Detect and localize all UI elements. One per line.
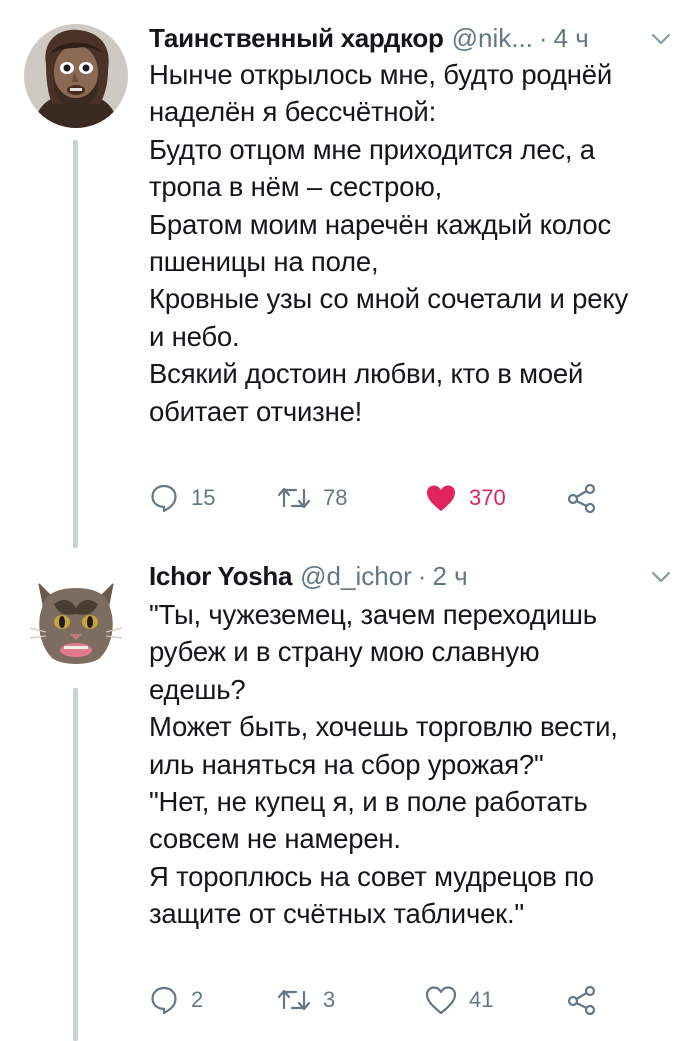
retweet-count: 3 [323,987,336,1012]
like-count: 41 [469,987,494,1012]
separator-dot: · [417,560,427,591]
tweet-line: совсем не намерен. [149,823,401,855]
chevron-down-icon[interactable] [648,26,674,52]
separator-dot: · [538,22,548,53]
reply-icon [151,986,177,1015]
retweet-count: 78 [323,485,348,510]
tweet-line: Кровные узы со мной сочетали и реку [149,283,629,315]
heart-icon [425,986,457,1015]
tweet-line: пшеницы на поле, [149,246,379,278]
tweet-timestamp[interactable]: 4 ч [554,23,589,54]
retweet-button[interactable]: 3 [277,986,335,1014]
tweet-text: Нынче открылось мне, будто роднёй наделё… [149,56,680,430]
reply-icon [151,484,177,513]
tweet-line: обитает отчизне! [149,395,363,427]
like-count: 370 [469,485,506,510]
thread-line [73,688,78,1041]
tweet-line: "Нет, не купец я, и в поле работать [149,786,588,818]
share-button[interactable] [567,985,597,1015]
author-name[interactable]: Ichor Yosha [149,561,292,592]
tweet-header: Таинственный хардкор @nik... · 4 ч [149,18,682,58]
cat-avatar-icon [24,568,128,672]
chevron-down-icon[interactable] [648,564,674,590]
tweet-line: Нынче открылось мне, будто роднёй [149,59,613,90]
retweet-icon [277,487,311,509]
reply-button[interactable]: 15 [149,483,215,513]
author-name[interactable]: Таинственный хардкор [149,23,444,54]
tweet-line: Я тороплюсь на совет мудрецов по [149,860,594,892]
tweet-line: Братом моим наречён каждый колос [149,208,612,240]
like-button[interactable]: 41 [425,985,493,1015]
share-icon [567,483,596,513]
tweet-line: наделён я бессчётной: [149,96,437,128]
author-handle[interactable]: @d_ichor [300,561,412,592]
tweet-line: "Ты, чужеземец, зачем переходишь [149,599,597,630]
person-avatar-icon [24,24,128,128]
tweet-line: рубеж и в страну мою славную [149,636,540,668]
reply-count: 2 [191,987,204,1012]
tweet-actions: 2 3 41 [149,980,619,1020]
tweet-actions: 15 78 370 [149,478,619,518]
retweet-icon [277,989,311,1011]
tweet-line: едешь? [149,673,246,705]
tweet[interactable]: Таинственный хардкор @nik... · 4 ч Нынче… [0,0,700,548]
tweet-text: "Ты, чужеземец, зачем переходишь рубеж и… [149,596,680,933]
retweet-button[interactable]: 78 [277,484,347,512]
tweet-line: тропа в нём – сестрою, [149,171,443,203]
like-button[interactable]: 370 [425,483,506,513]
heart-icon [427,485,455,511]
tweet-line: Всякий достоин любви, кто в моей [149,358,584,390]
tweet-timestamp[interactable]: 2 ч [432,561,467,592]
tweet-header: Ichor Yosha @d_ichor · 2 ч [149,556,682,596]
reply-button[interactable]: 2 [149,985,203,1015]
tweet-line: Может быть, хочешь торговлю вести, [149,711,618,743]
thread-line [73,140,78,548]
share-button[interactable] [567,483,597,513]
reply-count: 15 [191,485,216,510]
tweet-line: иль наняться на сбор урожая?" [149,748,544,780]
tweet-line: Будто отцом мне приходится лес, а [149,133,595,165]
tweet[interactable]: Ichor Yosha @d_ichor · 2 ч "Ты, чужеземе… [0,548,700,1041]
tweet-line: и небо. [149,320,240,352]
author-avatar[interactable] [24,568,128,672]
author-handle[interactable]: @nik... [452,23,533,54]
tweet-line: защите от счётных табличек." [149,898,524,930]
share-icon [567,985,596,1015]
author-avatar[interactable] [24,24,128,128]
